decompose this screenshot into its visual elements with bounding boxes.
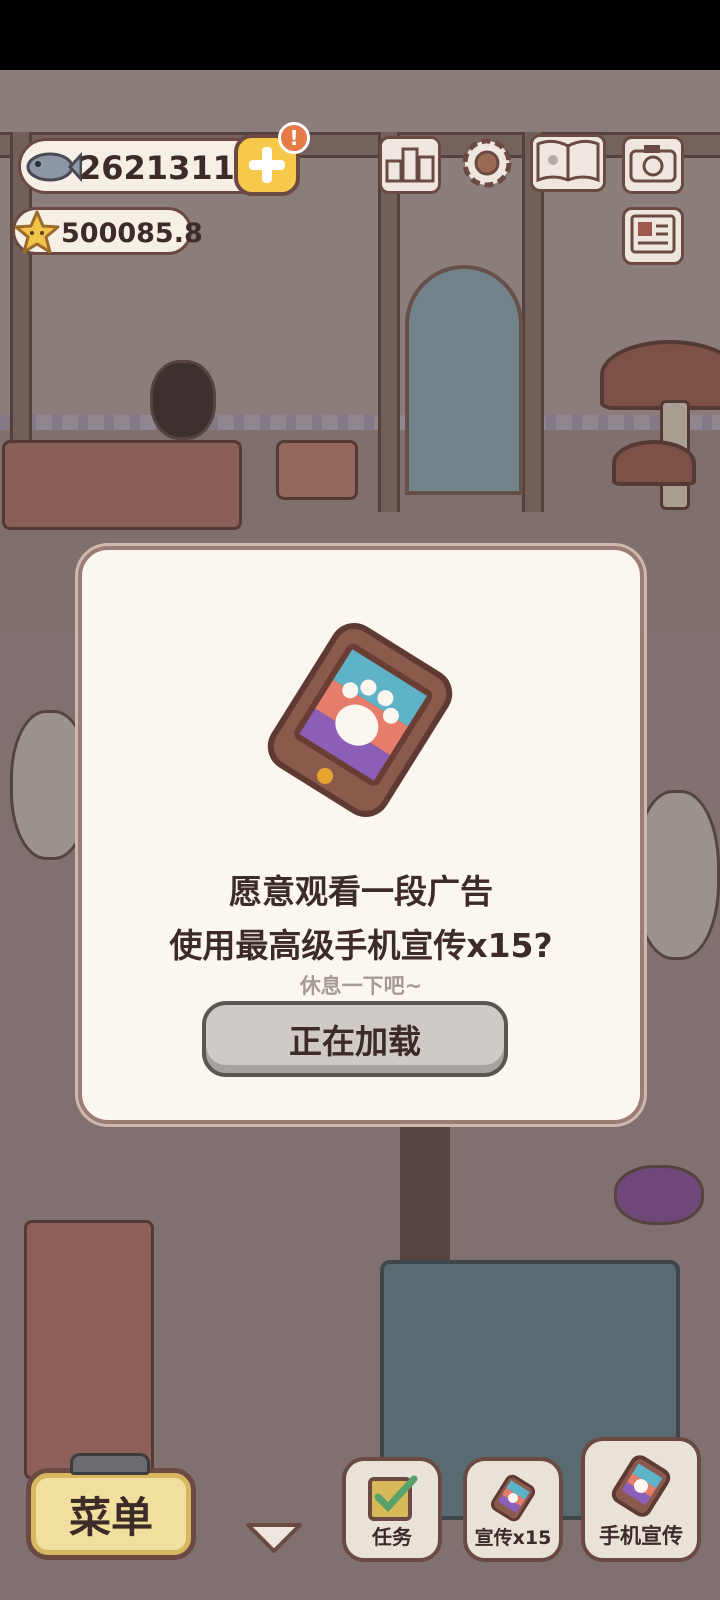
dialog-title-line1: 愿意观看一段广告 [229,872,493,911]
cat-book-icon [535,138,601,188]
promo-x15-button[interactable]: 宣传x15 [463,1457,563,1562]
dialog-title-line2: 使用最高级手机宣传x15? [169,926,553,965]
clipboard-clip [70,1453,150,1475]
phone-paw-icon [250,610,470,830]
fish-icon [23,139,83,195]
camera-button[interactable] [622,136,684,194]
camera-icon [628,143,678,187]
plus-icon [249,147,285,183]
cat-book-button[interactable] [530,134,606,192]
star-icon [13,208,61,256]
dialog-title: 愿意观看一段广告 使用最高级手机宣传x15? [78,865,644,973]
newspaper-button[interactable] [622,207,684,265]
settings-gear-icon [457,133,517,197]
phone-promo-label: 手机宣传 [599,1524,683,1548]
status-bar [0,0,720,70]
menu-button[interactable]: 菜单 [26,1468,196,1560]
phone-paw-icon-button [608,1453,674,1524]
task-button[interactable]: 任务 [342,1457,442,1562]
star-count: 500085.8 [61,218,203,249]
newspaper-icon [630,214,676,258]
chevron-down-icon [244,1523,304,1559]
phone-paw-small-icon [488,1473,538,1528]
checklist-icon [364,1473,420,1528]
ranking-button[interactable] [379,136,441,194]
collapse-arrow-button[interactable] [244,1521,304,1555]
loading-button[interactable]: 正在加载 [202,1001,508,1077]
fish-count: 2621311 [79,149,235,187]
star-currency: 500085.8 [12,207,203,256]
ranking-icon [385,143,435,187]
dialog-subtitle: 休息一下吧~ [299,974,423,998]
phone-promo-button[interactable]: 手机宣传 [581,1437,701,1562]
settings-button[interactable] [456,136,518,194]
alert-badge: ! [278,122,310,154]
